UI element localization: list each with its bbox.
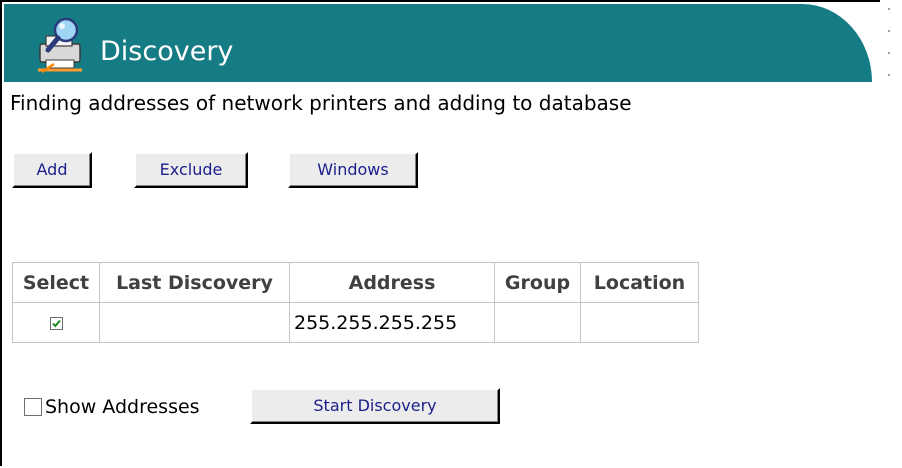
column-header-last-discovery: Last Discovery [99,262,290,303]
side-divider [888,8,894,88]
location-cell [580,302,699,343]
discovery-table: Select Last Discovery Address Group Loca… [12,262,699,343]
show-addresses-toggle[interactable]: Show Addresses [24,396,200,418]
row-select-checkbox[interactable] [49,316,63,330]
last-discovery-cell [99,302,290,343]
page-title: Discovery [100,36,234,67]
column-header-select: Select [12,262,100,303]
checkmark-icon [51,319,61,328]
page-header: Discovery [4,4,872,82]
exclude-button[interactable]: Exclude [134,152,248,188]
select-cell [12,302,100,343]
table-header-row: Select Last Discovery Address Group Loca… [12,262,699,303]
table-row: 255.255.255.255 [12,302,699,343]
discovery-printer-magnifier-icon [34,14,90,74]
column-header-address: Address [289,262,495,303]
page-description: Finding addresses of network printers an… [10,91,632,115]
discovery-panel: Discovery Finding addresses of network p… [0,0,880,466]
show-addresses-label: Show Addresses [45,396,200,418]
address-cell: 255.255.255.255 [289,302,495,343]
show-addresses-checkbox[interactable] [24,398,42,416]
windows-button[interactable]: Windows [288,152,418,188]
column-header-location: Location [580,262,699,303]
add-button[interactable]: Add [12,152,92,188]
start-discovery-button[interactable]: Start Discovery [250,388,500,424]
group-cell [494,302,581,343]
column-header-group: Group [494,262,581,303]
